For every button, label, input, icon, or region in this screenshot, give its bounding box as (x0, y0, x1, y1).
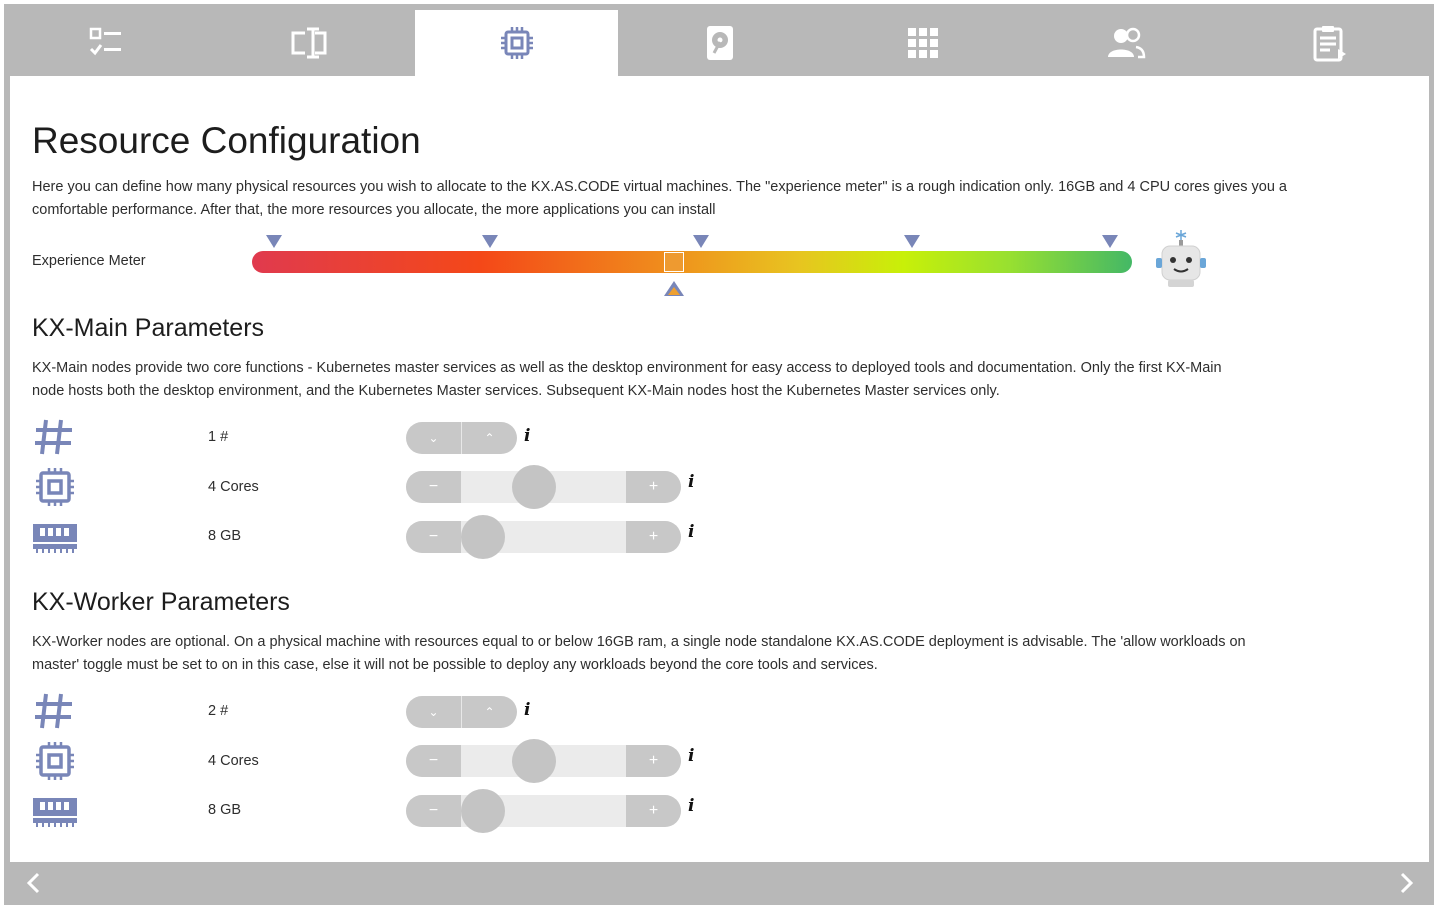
app-frame: Resource Configuration Here you can defi… (4, 4, 1434, 905)
footer-bar (4, 862, 1434, 905)
clipboard-review-icon (1313, 26, 1346, 62)
experience-meter-tick (692, 235, 709, 248)
worker-parameters-heading: KX-Worker Parameters (32, 588, 290, 616)
main-parameters-heading: KX-Main Parameters (32, 314, 265, 342)
tab-users[interactable] (1024, 10, 1227, 76)
worker-cores-info-icon[interactable]: i (688, 746, 694, 766)
robot-mascot-icon (1156, 230, 1206, 287)
tab-storage[interactable] (618, 10, 821, 76)
tab-applications[interactable] (821, 10, 1024, 76)
experience-meter-tick (481, 235, 498, 248)
worker-memory-value: 8 GB (208, 802, 242, 818)
experience-meter-marker (664, 252, 685, 272)
main-node-count-stepper: ⌄ ⌃ (406, 422, 517, 454)
users-icon (1107, 27, 1145, 59)
worker-memory-decrease-button[interactable]: − (406, 795, 461, 827)
main-node-count-value: 1 # (208, 429, 229, 445)
main-memory-increase-button[interactable]: + (626, 521, 681, 553)
hard-disk-icon (706, 26, 733, 60)
apps-grid-icon (907, 28, 938, 58)
chevron-left-icon[interactable] (22, 871, 46, 895)
checklist-icon (89, 27, 121, 56)
tab-bar (4, 4, 1434, 76)
main-cores-value: 4 Cores (208, 479, 259, 495)
main-parameters-description: KX-Main nodes provide two core functions… (32, 360, 1222, 399)
page-description: Here you can define how many physical re… (32, 179, 1287, 218)
main-node-count-increase-button[interactable]: ⌃ (462, 422, 517, 454)
worker-cores-slider-handle[interactable] (512, 739, 557, 783)
tab-editor[interactable] (207, 10, 410, 76)
worker-cores-value: 4 Cores (208, 753, 259, 769)
worker-node-count-value: 2 # (208, 703, 229, 719)
page-title: Resource Configuration (32, 120, 421, 161)
worker-cores-increase-button[interactable]: + (626, 745, 681, 777)
experience-meter-pointer-fill (668, 287, 681, 295)
main-memory-slider: − + (406, 515, 681, 559)
experience-meter-tick (904, 235, 920, 248)
main-cores-decrease-button[interactable]: − (406, 471, 461, 503)
memory-module-icon (33, 798, 77, 827)
hash-icon (35, 693, 72, 729)
worker-cores-slider: − + (406, 739, 681, 783)
worker-node-count-increase-button[interactable]: ⌃ (462, 696, 517, 728)
text-cursor-icon (291, 27, 326, 59)
experience-meter-tick (1102, 235, 1118, 248)
cpu-chip-icon (36, 742, 74, 780)
main-cores-info-icon[interactable]: i (688, 472, 694, 492)
worker-memory-info-icon[interactable]: i (688, 796, 694, 816)
worker-cores-decrease-button[interactable]: − (406, 745, 461, 777)
worker-parameters-description: KX-Worker nodes are optional. On a physi… (32, 634, 1246, 673)
cpu-chip-icon (500, 27, 533, 59)
tab-general[interactable] (4, 10, 207, 76)
worker-memory-slider: − + (406, 789, 681, 833)
worker-node-count-info-icon[interactable]: i (524, 700, 530, 720)
experience-meter-bar (252, 251, 1132, 273)
main-cores-increase-button[interactable]: + (626, 471, 681, 503)
main-memory-value: 8 GB (208, 528, 242, 544)
chevron-right-icon[interactable] (1394, 871, 1418, 895)
cpu-chip-icon (36, 468, 74, 506)
worker-node-count-stepper: ⌄ ⌃ (406, 696, 517, 728)
memory-module-icon (33, 524, 77, 553)
main-cores-slider-handle[interactable] (512, 465, 557, 509)
experience-meter-tick (266, 235, 282, 248)
worker-memory-increase-button[interactable]: + (626, 795, 681, 827)
worker-node-count-decrease-button[interactable]: ⌄ (406, 696, 462, 728)
experience-meter-label: Experience Meter (32, 253, 146, 269)
tab-review[interactable] (1227, 10, 1430, 76)
main-content: Resource Configuration Here you can defi… (10, 76, 1429, 862)
tab-resources[interactable] (415, 10, 618, 76)
main-node-count-info-icon[interactable]: i (524, 426, 530, 446)
main-node-count-decrease-button[interactable]: ⌄ (406, 422, 462, 454)
main-cores-slider: − + (406, 465, 681, 509)
main-memory-info-icon[interactable]: i (688, 522, 694, 542)
main-memory-decrease-button[interactable]: − (406, 521, 461, 553)
hash-icon (35, 419, 72, 455)
